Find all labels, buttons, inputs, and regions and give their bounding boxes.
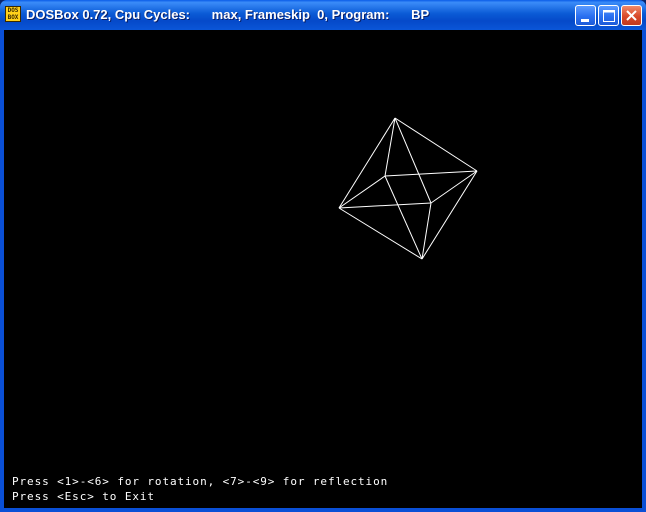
edge xyxy=(394,117,478,172)
window-border-bottom[interactable] xyxy=(0,508,646,512)
instruction-line-rotation: Press <1>-<6> for rotation, <7>-<9> for … xyxy=(12,475,389,488)
octahedron-wireframe xyxy=(338,117,478,260)
edge xyxy=(384,170,478,177)
minimize-icon xyxy=(581,19,589,22)
window-title: DOSBox 0.72, Cpu Cycles: max, Frameskip … xyxy=(26,7,430,22)
edge xyxy=(338,117,396,209)
edge xyxy=(421,170,478,260)
edge xyxy=(338,202,432,209)
instruction-line-exit: Press <Esc> to Exit xyxy=(12,490,155,503)
maximize-icon xyxy=(603,10,615,22)
edge xyxy=(430,170,478,204)
maximize-button[interactable] xyxy=(598,5,619,26)
close-icon xyxy=(626,10,637,21)
edge xyxy=(384,175,423,260)
title-bar[interactable]: DOS BOX DOSBox 0.72, Cpu Cycles: max, Fra… xyxy=(0,0,646,30)
dosbox-app-icon[interactable]: DOS BOX xyxy=(5,6,21,22)
dos-screen[interactable]: Press <1>-<6> for rotation, <7>-<9> for … xyxy=(4,30,642,508)
close-button[interactable] xyxy=(621,5,642,26)
dosbox-window: DOS BOX DOSBox 0.72, Cpu Cycles: max, Fra… xyxy=(0,0,646,512)
edge xyxy=(421,202,432,260)
edge xyxy=(338,207,423,260)
window-border-right[interactable] xyxy=(642,30,646,512)
edge xyxy=(338,175,386,209)
minimize-button[interactable] xyxy=(575,5,596,26)
edge xyxy=(394,117,432,204)
